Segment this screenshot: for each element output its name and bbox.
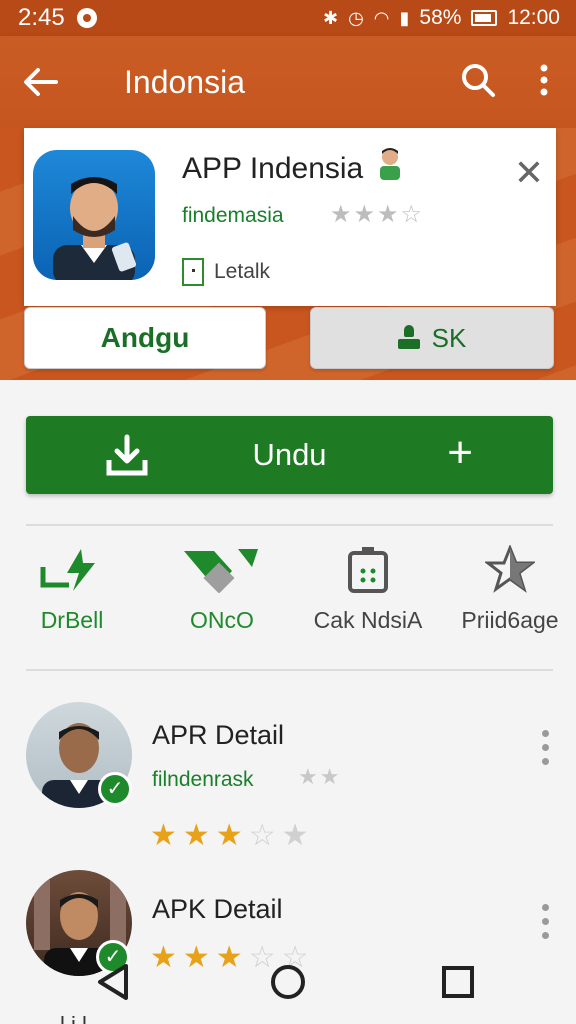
verified-check-icon: ✓ — [98, 772, 132, 806]
account-button[interactable]: SK — [310, 307, 554, 369]
app-name: APP Indensia — [182, 152, 364, 185]
wifi-icon: ◠ — [373, 7, 390, 28]
rating-stars: ★★★☆ — [330, 201, 425, 228]
more-vert-icon[interactable] — [540, 64, 548, 101]
divider — [26, 669, 553, 671]
item-title: APK Detail — [152, 894, 283, 924]
alarm-icon: ◷ — [348, 7, 364, 28]
plus-icon[interactable]: + — [447, 428, 473, 478]
close-icon[interactable]: ✕ — [514, 152, 544, 194]
item-title: APR Detail — [152, 720, 285, 750]
meta-row: Letalk — [182, 258, 270, 286]
item-rating-stars: ★★★☆★ — [150, 819, 315, 852]
device-icon — [182, 258, 204, 286]
battery-percent: 58% — [419, 6, 462, 29]
app-card: APP Indensia findemasia ★★★☆ Letalk ✕ — [24, 128, 556, 306]
star-icon — [485, 545, 535, 593]
arrow-back-icon[interactable] — [0, 67, 80, 97]
device-grid-icon — [348, 547, 388, 593]
nav-recents-icon[interactable] — [440, 962, 476, 1002]
item-small-stars: ★★ — [298, 764, 342, 789]
signal-icon: ▮ — [399, 7, 410, 28]
transfer-icon — [184, 549, 258, 593]
lightning-icon — [40, 549, 95, 591]
app-bar: Indonsia — [0, 36, 576, 128]
bluetooth-icon: ✱ — [322, 7, 339, 28]
mini-avatar-icon — [380, 148, 400, 180]
nav-home-icon[interactable] — [270, 962, 306, 1002]
page-title: Indonsia — [124, 63, 245, 100]
feature-onco[interactable]: ONcO — [150, 545, 294, 634]
status-bar: 2:45 ✱ ◷ ◠ ▮ 58% 12:00 — [0, 0, 576, 36]
item-menu-icon[interactable] — [542, 904, 550, 946]
divider — [26, 524, 553, 526]
install-button[interactable]: Undu + — [26, 416, 553, 494]
notification-icon — [76, 8, 97, 28]
feature-cak[interactable]: Cak NdsiA — [296, 545, 440, 634]
feature-drbell[interactable]: DrBell — [0, 545, 144, 634]
app-icon — [33, 150, 155, 280]
person-icon — [397, 325, 420, 351]
item-developer[interactable]: filndenrask — [152, 768, 254, 792]
status-time: 2:45 — [18, 4, 65, 31]
next-item-peek: l i l — [60, 1012, 87, 1024]
nav-back-icon[interactable] — [96, 962, 130, 1002]
item-menu-icon[interactable] — [542, 730, 550, 772]
developer-name[interactable]: findemasia — [182, 204, 284, 228]
secondary-button[interactable]: Andgu — [24, 307, 266, 369]
meta-label: Letalk — [214, 260, 271, 283]
feature-priid[interactable]: Priid6age — [438, 545, 576, 634]
feature-row: DrBell ONcO Cak NdsiA Priid6age — [0, 545, 576, 645]
search-icon[interactable] — [460, 62, 496, 103]
download-icon — [106, 434, 148, 476]
battery-icon — [471, 10, 498, 26]
status-clock: 12:00 — [507, 6, 560, 29]
nav-bar — [0, 950, 576, 1016]
account-button-label: SK — [431, 322, 467, 353]
